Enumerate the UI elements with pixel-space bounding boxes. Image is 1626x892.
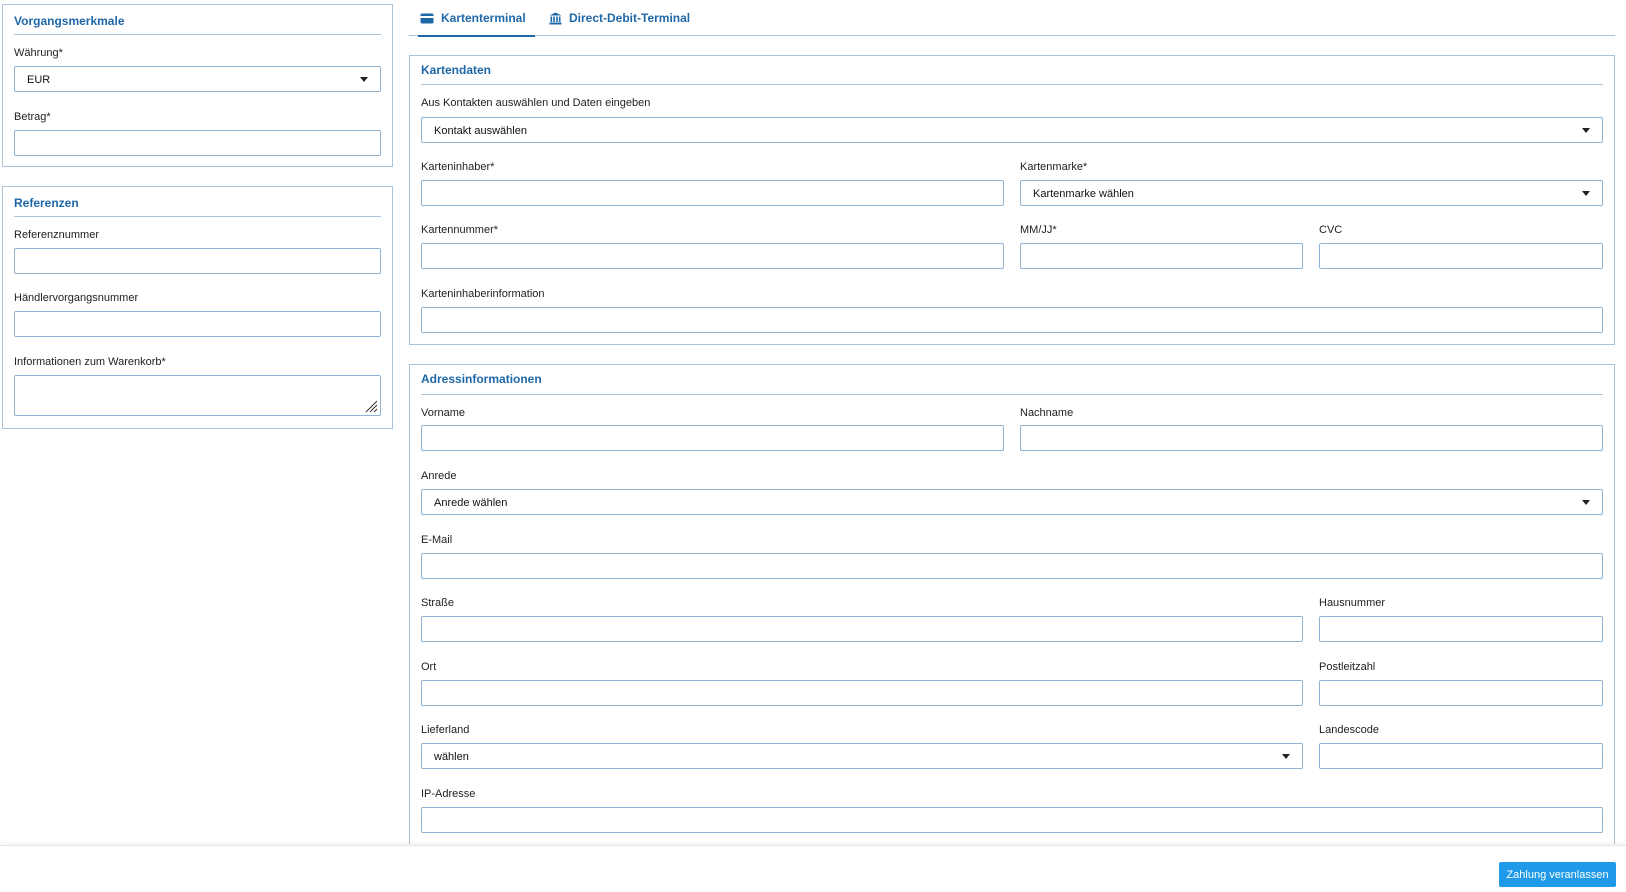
card-brand-label: Kartenmarke* bbox=[1020, 161, 1088, 173]
city-input[interactable] bbox=[421, 680, 1303, 706]
card-number-label: Kartennummer* bbox=[421, 224, 499, 236]
countrycode-label: Landescode bbox=[1319, 724, 1379, 736]
card-brand-select-value: Kartenmarke wählen bbox=[1033, 188, 1134, 200]
countrycode-input[interactable] bbox=[1319, 743, 1603, 769]
lastname-field[interactable] bbox=[1021, 426, 1602, 450]
lastname-input[interactable] bbox=[1020, 425, 1603, 451]
chevron-down-icon bbox=[1582, 128, 1590, 133]
reference-number-input[interactable] bbox=[14, 248, 381, 274]
firstname-label: Vorname bbox=[421, 407, 466, 419]
currency-label: Währung* bbox=[14, 47, 63, 59]
vorgangsmerkmale-panel: Vorgangsmerkmale Währung* EUR Betrag* bbox=[2, 4, 393, 167]
expiry-input[interactable] bbox=[1020, 243, 1303, 269]
cvc-label: CVC bbox=[1319, 224, 1343, 236]
kartendaten-panel: Kartendaten Aus Kontakten auswählen und … bbox=[409, 55, 1615, 345]
expiry-field[interactable] bbox=[1021, 244, 1302, 268]
chevron-down-icon bbox=[1282, 754, 1290, 759]
city-label: Ort bbox=[421, 661, 437, 673]
cardholder-info-input[interactable] bbox=[421, 307, 1603, 333]
adressinformationen-panel: Adressinformationen Vorname Nachname Anr… bbox=[409, 364, 1615, 844]
card-number-input[interactable] bbox=[421, 243, 1004, 269]
contact-select[interactable]: Kontakt auswählen bbox=[421, 117, 1603, 143]
cardholder-label: Karteninhaber* bbox=[421, 161, 495, 173]
panel-title-referenzen: Referenzen bbox=[14, 196, 79, 210]
currency-select-value: EUR bbox=[27, 74, 51, 86]
zip-field[interactable] bbox=[1320, 681, 1602, 705]
ip-address-input[interactable] bbox=[421, 807, 1603, 833]
cart-info-textarea[interactable] bbox=[14, 375, 381, 416]
cvc-field[interactable] bbox=[1320, 244, 1602, 268]
panel-title-vorgangsmerkmale: Vorgangsmerkmale bbox=[14, 14, 125, 28]
panel-title-kartendaten: Kartendaten bbox=[421, 63, 492, 77]
street-field[interactable] bbox=[422, 617, 1302, 641]
currency-select[interactable]: EUR bbox=[14, 66, 381, 92]
country-select[interactable]: wählen bbox=[421, 743, 1303, 769]
firstname-input[interactable] bbox=[421, 425, 1004, 451]
panel-title-adressinformationen: Adressinformationen bbox=[421, 372, 542, 386]
zip-input[interactable] bbox=[1319, 680, 1603, 706]
divider bbox=[421, 394, 1603, 395]
cardholder-input[interactable] bbox=[421, 180, 1004, 206]
chevron-down-icon bbox=[360, 77, 368, 82]
bank-icon bbox=[549, 12, 562, 24]
chevron-down-icon bbox=[1582, 500, 1590, 505]
contact-select-label: Aus Kontakten auswählen und Daten eingeb… bbox=[421, 97, 651, 109]
email-field[interactable] bbox=[422, 554, 1602, 578]
tab-direct-debit-terminal[interactable]: Direct-Debit-Terminal bbox=[549, 0, 690, 36]
reference-number-label: Referenznummer bbox=[14, 229, 99, 241]
resize-handle-icon[interactable] bbox=[364, 399, 378, 413]
footer-bar bbox=[0, 845, 1626, 892]
divider bbox=[14, 34, 381, 35]
card-number-field[interactable] bbox=[422, 244, 1003, 268]
tab-label: Direct-Debit-Terminal bbox=[569, 11, 691, 25]
chevron-down-icon bbox=[1582, 191, 1590, 196]
zip-label: Postleitzahl bbox=[1319, 661, 1376, 673]
country-label: Lieferland bbox=[421, 724, 470, 736]
card-brand-select[interactable]: Kartenmarke wählen bbox=[1020, 180, 1603, 206]
merchant-transaction-input[interactable] bbox=[14, 311, 381, 337]
country-select-value: wählen bbox=[434, 751, 469, 763]
salutation-select[interactable]: Anrede wählen bbox=[421, 489, 1603, 515]
credit-card-icon bbox=[420, 13, 434, 23]
street-label: Straße bbox=[421, 597, 455, 609]
merchant-transaction-field[interactable] bbox=[15, 312, 380, 336]
cart-info-label: Informationen zum Warenkorb* bbox=[14, 356, 166, 368]
contact-select-value: Kontakt auswählen bbox=[434, 125, 527, 137]
submit-payment-button[interactable]: Zahlung veranlassen bbox=[1499, 862, 1616, 887]
divider bbox=[14, 216, 381, 217]
cardholder-field[interactable] bbox=[422, 181, 1003, 205]
lastname-label: Nachname bbox=[1020, 407, 1074, 419]
firstname-field[interactable] bbox=[422, 426, 1003, 450]
tab-kartenterminal[interactable]: Kartenterminal bbox=[418, 0, 535, 37]
cardholder-info-label: Karteninhaberinformation bbox=[421, 288, 545, 300]
amount-input-field[interactable] bbox=[15, 131, 380, 155]
tab-label: Kartenterminal bbox=[441, 11, 526, 25]
email-input[interactable] bbox=[421, 553, 1603, 579]
amount-label: Betrag* bbox=[14, 111, 51, 123]
housenumber-input[interactable] bbox=[1319, 616, 1603, 642]
street-input[interactable] bbox=[421, 616, 1303, 642]
city-field[interactable] bbox=[422, 681, 1302, 705]
merchant-transaction-label: Händlervorgangsnummer bbox=[14, 292, 139, 304]
salutation-label: Anrede bbox=[421, 470, 457, 482]
countrycode-field[interactable] bbox=[1320, 744, 1602, 768]
cvc-input[interactable] bbox=[1319, 243, 1603, 269]
divider bbox=[421, 84, 1603, 85]
terminal-tabs: Kartenterminal Direct-Debit-Terminal bbox=[409, 0, 1615, 37]
ip-address-field[interactable] bbox=[422, 808, 1602, 832]
expiry-label: MM/JJ* bbox=[1020, 224, 1057, 236]
housenumber-label: Hausnummer bbox=[1319, 597, 1386, 609]
amount-input[interactable] bbox=[14, 130, 381, 156]
ip-address-label: IP-Adresse bbox=[421, 788, 476, 800]
cardholder-info-field[interactable] bbox=[422, 308, 1602, 332]
email-label: E-Mail bbox=[421, 534, 453, 546]
housenumber-field[interactable] bbox=[1320, 617, 1602, 641]
reference-number-field[interactable] bbox=[15, 249, 380, 273]
salutation-select-value: Anrede wählen bbox=[434, 497, 508, 509]
referenzen-panel: Referenzen Referenznummer Händlervorgang… bbox=[2, 186, 393, 429]
